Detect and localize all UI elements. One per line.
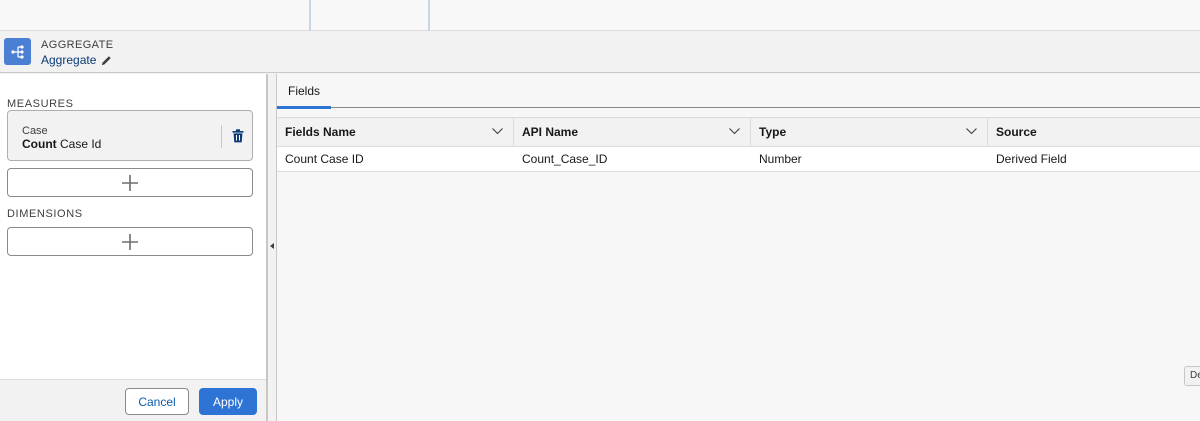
table-cell: Count Case ID xyxy=(285,152,364,166)
table-header: Fields Name API Name Type Source xyxy=(277,117,1200,147)
column-header-label: Source xyxy=(996,125,1037,139)
node-type-label: AGGREGATE xyxy=(41,39,114,51)
chevron-down-icon[interactable] xyxy=(966,128,977,135)
apply-button[interactable]: Apply xyxy=(199,388,257,415)
add-dimension-button[interactable] xyxy=(7,227,253,256)
canvas-strip xyxy=(0,0,1200,31)
dimensions-section-label: DIMENSIONS xyxy=(7,208,83,220)
column-header-label: Fields Name xyxy=(285,125,356,139)
column-header-label: API Name xyxy=(522,125,579,139)
plus-icon xyxy=(122,233,138,250)
edge-tooltip[interactable]: De xyxy=(1184,366,1200,386)
panel-splitter[interactable] xyxy=(266,74,277,421)
tab-fields[interactable]: Fields xyxy=(277,74,332,109)
cancel-button[interactable]: Cancel xyxy=(125,388,189,415)
measure-object: Case xyxy=(22,125,48,137)
card-divider xyxy=(221,125,222,148)
table-row[interactable]: Count Case ID Count_Case_ID Number Deriv… xyxy=(277,147,1200,172)
measure-aggregation: Count Case Id xyxy=(22,137,101,151)
fields-table: Fields Name API Name Type Source Count C… xyxy=(277,117,1200,172)
trash-icon[interactable] xyxy=(232,129,244,143)
column-header-fields-name[interactable]: Fields Name xyxy=(277,118,514,146)
collapse-arrow-icon[interactable] xyxy=(270,243,274,249)
measure-function: Count xyxy=(22,137,57,151)
pencil-icon[interactable] xyxy=(101,55,112,66)
table-cell: Count_Case_ID xyxy=(522,152,608,166)
fields-panel: Fields Fields Name API Name Type Source … xyxy=(277,74,1200,421)
aggregate-config-panel: MEASURES Case Count Case Id DIMENSIONS C… xyxy=(0,74,266,421)
measures-section-label: MEASURES xyxy=(7,98,74,110)
table-cell: Number xyxy=(759,152,802,166)
canvas-connector-line xyxy=(309,0,311,31)
measure-field: Case Id xyxy=(60,137,102,151)
node-name[interactable]: Aggregate xyxy=(41,53,112,67)
node-name-text: Aggregate xyxy=(41,53,97,67)
chevron-down-icon[interactable] xyxy=(492,128,503,135)
column-header-source[interactable]: Source xyxy=(988,118,1200,146)
column-header-api-name[interactable]: API Name xyxy=(514,118,751,146)
measure-card[interactable]: Case Count Case Id xyxy=(7,110,253,161)
table-cell: Derived Field xyxy=(996,152,1067,166)
plus-icon xyxy=(122,174,138,191)
aggregate-icon xyxy=(4,38,31,65)
add-measure-button[interactable] xyxy=(7,168,253,197)
column-header-type[interactable]: Type xyxy=(751,118,988,146)
panel-footer: Cancel Apply xyxy=(0,379,266,421)
node-header: AGGREGATE Aggregate xyxy=(0,31,1200,73)
tab-bar: Fields xyxy=(277,74,1200,109)
canvas-connector-line xyxy=(428,0,430,31)
column-header-label: Type xyxy=(759,125,787,139)
chevron-down-icon[interactable] xyxy=(729,128,740,135)
